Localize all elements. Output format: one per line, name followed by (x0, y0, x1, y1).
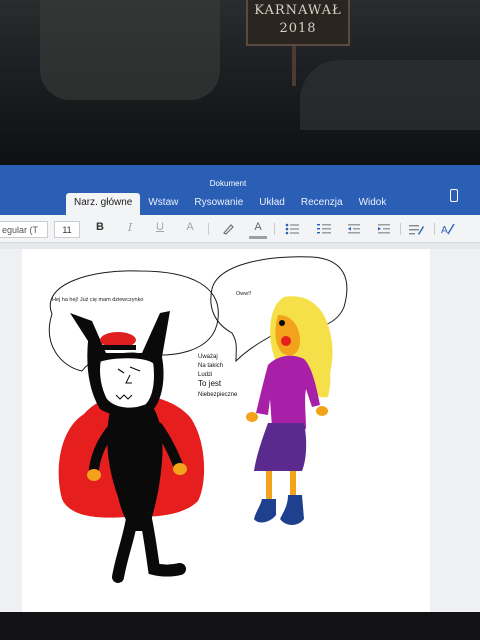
girl-left-leg (266, 471, 272, 501)
word-window: Dokument Narz. główne Wstaw Rysowanie Uk… (0, 165, 480, 615)
document-page[interactable]: Hej ha hej! Już cię mam dziewczynko Oww!… (22, 249, 430, 615)
note-line: Na takich (198, 363, 224, 369)
numbered-list-icon[interactable] (316, 222, 332, 236)
bullet-list-icon[interactable] (284, 222, 300, 236)
ribbon-divider (400, 223, 401, 235)
girl-left-hand (246, 412, 258, 422)
sign-stand (292, 46, 296, 86)
decrease-indent-icon[interactable] (346, 222, 362, 236)
highlighter-icon[interactable] (220, 222, 236, 236)
phone-view-icon[interactable] (450, 189, 458, 202)
svg-text:A: A (441, 225, 448, 236)
tab-draw[interactable]: Rysowanie (186, 193, 251, 215)
title-bar: Dokument Narz. główne Wstaw Rysowanie Uk… (0, 165, 480, 215)
girl-left-boot (254, 499, 276, 523)
girl-right-boot (280, 495, 304, 525)
sign-line-1: KARNAWAŁ (254, 3, 342, 18)
ribbon-toolbar: egular (T 11 B I U A A A (0, 215, 480, 243)
girl-skirt (254, 423, 307, 471)
underline-button[interactable]: U (152, 221, 168, 238)
vampire-right-leg (140, 513, 186, 577)
tab-home[interactable]: Narz. główne (66, 193, 141, 215)
increase-indent-icon[interactable] (376, 222, 392, 236)
photo-frame: KARNAWAŁ 2018 Dokument Narz. główne Wsta… (0, 0, 480, 640)
tab-view[interactable]: Widok (351, 193, 395, 215)
note-line: Uważaj (198, 354, 218, 360)
tab-insert[interactable]: Wstaw (140, 193, 186, 215)
ribbon-tabs: Narz. główne Wstaw Rysowanie Układ Recen… (66, 193, 394, 215)
sign-line-2: 2018 (279, 21, 317, 36)
font-size-select[interactable]: 11 (54, 221, 80, 238)
styles-icon[interactable] (408, 222, 424, 236)
ribbon-divider (274, 223, 275, 235)
bubble-right-text: Oww!! (236, 291, 252, 297)
carnival-sign: KARNAWAŁ 2018 (246, 0, 350, 46)
font-color-button[interactable]: A (182, 221, 198, 238)
bold-button[interactable]: B (92, 221, 108, 238)
ribbon-divider (208, 223, 209, 235)
girl-cheek (281, 336, 291, 346)
note-line: Niebezpieczne (198, 392, 238, 398)
girl-right-leg (290, 471, 296, 497)
bubble-left-text: Hej ha hej! Już cię mam dziewczynko (52, 297, 144, 303)
document-title: Dokument (209, 179, 247, 188)
note-line: Ludzi (198, 372, 213, 378)
ribbon-divider (434, 223, 435, 235)
styles-pane-icon[interactable]: A (440, 222, 456, 236)
note-line: To jest (198, 379, 222, 388)
italic-button[interactable]: I (122, 221, 138, 238)
vampire-left-hand (87, 469, 101, 481)
background-object (40, 0, 220, 100)
background-object (300, 60, 480, 130)
font-name-select[interactable]: egular (T (0, 221, 48, 238)
highlight-color-bar (249, 236, 267, 239)
background-wall: KARNAWAŁ 2018 (0, 0, 480, 170)
vampire-right-hand (173, 463, 187, 475)
tab-layout[interactable]: Układ (251, 193, 293, 215)
girl-right-hand (316, 406, 328, 416)
vampire-left-leg (112, 513, 138, 583)
drawing-canvas[interactable] (22, 249, 430, 615)
laptop-bezel (0, 612, 480, 640)
tab-review[interactable]: Recenzja (293, 193, 351, 215)
girl-eye (279, 320, 285, 326)
